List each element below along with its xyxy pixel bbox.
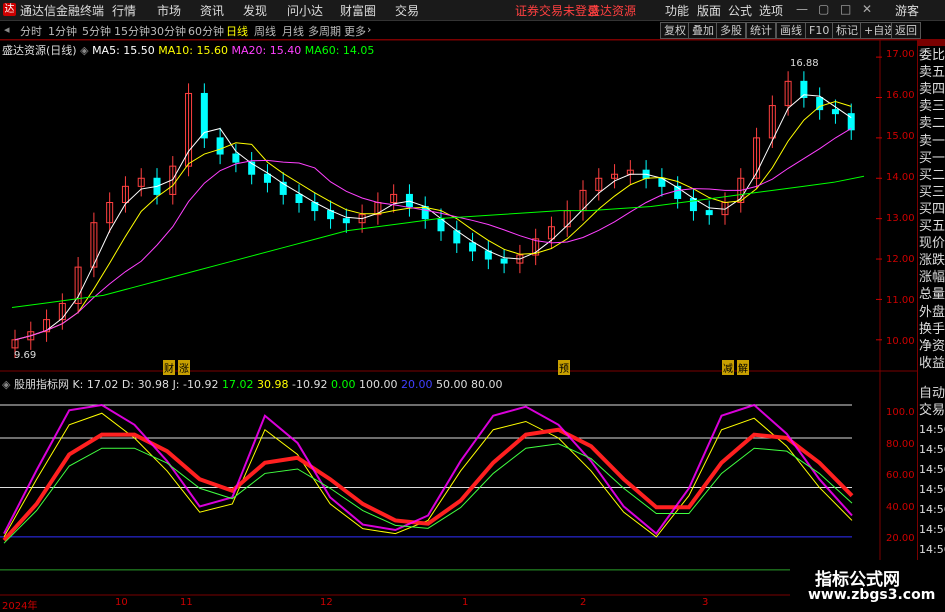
price-tick: 14.00 [886, 172, 915, 183]
price-tick: 12.00 [886, 254, 915, 265]
j-line [3, 403, 853, 536]
quote-field-label: 卖一 [919, 133, 945, 149]
quote-field-label: 净资 [919, 338, 945, 354]
kdj-tick: 20.00 [886, 533, 915, 544]
trade-time: 14:56 [919, 543, 945, 556]
line1-value: 17.02 [221, 378, 254, 391]
trade-time: 14:56 [919, 463, 945, 476]
line6-value: 20.00 [400, 378, 433, 391]
k-line [3, 412, 853, 538]
indicator-name[interactable]: 股朋指标网 [14, 378, 69, 391]
candle-body [263, 173, 271, 183]
candle-body [831, 109, 839, 115]
kline-chart[interactable] [0, 0, 945, 609]
event-marker[interactable]: 预 [558, 360, 570, 375]
candle-body [200, 92, 208, 139]
x-tick: 12 [320, 597, 333, 608]
candle-body [500, 258, 508, 264]
quote-field-label: 卖三 [919, 99, 945, 115]
x-tick: 3 [702, 597, 709, 608]
high-price-label: 16.88 [790, 58, 819, 69]
line8-value: 80.00 [470, 378, 503, 391]
ma20-line [14, 128, 852, 341]
kdj-tick: 40.00 [886, 502, 915, 513]
event-marker[interactable]: 涨 [178, 360, 190, 375]
candle-body [342, 218, 350, 224]
quote-field-label: 买二 [919, 167, 945, 183]
line2-value: 30.98 [256, 378, 289, 391]
candle-body [405, 193, 413, 208]
quote-field-label: 卖二 [919, 116, 945, 132]
quote-field-label: 总量 [919, 287, 945, 303]
trade-time: 14:56 [919, 523, 945, 536]
ma60-value: MA60: 14.05 [304, 44, 375, 57]
quote-field-label: 涨幅 [919, 270, 945, 286]
main-legend: 盛达资源(日线) ◈ MA5: 15.50 MA10: 15.60 MA20: … [2, 42, 374, 58]
line7-value: 50.00 [435, 378, 468, 391]
trade-time: 14:56 [919, 503, 945, 516]
candle-body [705, 210, 713, 216]
quote-field-label: 买一 [919, 150, 945, 166]
quote-field-label: 买四 [919, 201, 945, 217]
price-tick: 17.00 [886, 49, 915, 60]
ma10-line [14, 101, 852, 341]
x-tick: 11 [180, 597, 193, 608]
x-tick: 10 [115, 597, 128, 608]
d-value: D: 30.98 [121, 378, 170, 391]
indicator-legend: ◈ 股朋指标网 K: 17.02 D: 30.98 J: -10.92 17.0… [2, 376, 502, 392]
quote-field-label: 换手 [919, 321, 945, 337]
event-marker[interactable]: 减 [722, 360, 734, 375]
trade-time: 14:56 [919, 483, 945, 496]
quote-field-label: 涨跌 [919, 253, 945, 269]
candle-body [469, 242, 477, 252]
price-tick: 13.00 [886, 213, 915, 224]
quote-field-label: 卖四 [919, 82, 945, 98]
event-marker[interactable]: 解 [737, 360, 749, 375]
x-tick: 2024年 [2, 601, 38, 612]
auto-trade-label[interactable]: 交易 [919, 403, 945, 418]
candle-body [295, 193, 303, 204]
settings-icon[interactable]: ◈ [80, 44, 88, 57]
j-value: J: -10.92 [172, 378, 219, 391]
quote-field-label: 委比 [919, 48, 945, 63]
candle-body [216, 137, 224, 155]
line5-value: 100.00 [358, 378, 398, 391]
quote-field-label: 卖五 [919, 65, 945, 81]
stock-period-label: 盛达资源(日线) [2, 44, 77, 57]
price-tick: 16.00 [886, 90, 915, 101]
ma5-line [14, 94, 852, 341]
low-price-label: 9.69 [14, 350, 37, 361]
quote-field-label: 外盘 [919, 304, 945, 320]
k-value: K: 17.02 [72, 378, 119, 391]
quote-field-label: 现价 [919, 236, 945, 252]
line4-value: 0.00 [330, 378, 356, 391]
quote-field-label: 收益 [919, 355, 945, 371]
ma10-value: MA10: 15.60 [158, 44, 228, 57]
ma5-value: MA5: 15.50 [92, 44, 155, 57]
kdj-tick: 100.0 [886, 407, 915, 418]
ma20-value: MA20: 15.40 [231, 44, 302, 57]
watermark-url: www.zbgs3.com [808, 587, 936, 603]
price-tick: 11.00 [886, 295, 915, 306]
indicator-settings-icon[interactable]: ◈ [2, 378, 10, 391]
x-tick: 2 [580, 597, 587, 608]
kdj-tick: 60.00 [886, 470, 915, 481]
trade-time: 14:56 [919, 443, 945, 456]
event-marker[interactable]: 财 [163, 360, 175, 375]
line3-value: -10.92 [291, 378, 328, 391]
quote-field-label: 买三 [919, 184, 945, 200]
kdj-tick: 80.00 [886, 439, 915, 450]
x-tick: 1 [462, 597, 469, 608]
trade-time: 14:56 [919, 423, 945, 436]
candle-body [232, 153, 240, 163]
panel-header [917, 40, 945, 46]
quote-field-label: 买五 [919, 219, 945, 234]
ma60-line [11, 175, 865, 308]
price-tick: 15.00 [886, 131, 915, 142]
d-line [2, 427, 854, 542]
price-tick: 10.00 [886, 336, 915, 347]
auto-trade-label[interactable]: 自动 [919, 386, 945, 401]
